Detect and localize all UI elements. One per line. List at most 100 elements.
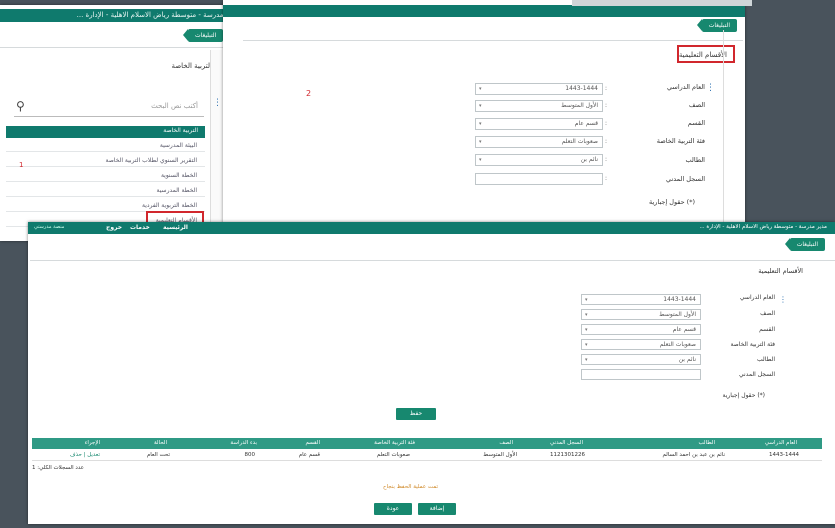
chevron-down-icon: ▾ [479, 139, 482, 145]
background-window [572, 0, 752, 6]
menu-item-school-environment[interactable]: البيئة المدرسية [6, 139, 205, 152]
grade-value: الأول المتوسط [561, 102, 598, 109]
chevron-down-icon: ▾ [585, 357, 588, 363]
search-icon[interactable]: ⚲ [16, 99, 25, 113]
menu-item-annual-plan[interactable]: الخطة السنوية [6, 169, 205, 182]
cell-status: تحت العام [146, 452, 170, 458]
save-button[interactable]: حفظ [396, 408, 436, 420]
label-section: القسم [687, 119, 705, 127]
chevron-down-icon: ▾ [585, 297, 588, 303]
label-grade: الصف [688, 101, 705, 109]
grade-select[interactable]: الأول المتوسط ▾ [581, 309, 701, 320]
student-value: نائم بن [678, 356, 696, 363]
side-strip [723, 30, 745, 240]
table-header-category: فئة التربية الخاصة [374, 440, 415, 446]
drag-handle-icon[interactable]: ⋮ [779, 295, 787, 304]
chevron-down-icon: ▾ [479, 157, 482, 163]
menu-item-annual-report[interactable]: التقرير السنوي لطلاب التربية الخاصة [6, 154, 205, 167]
student-value: نائم بن [580, 156, 598, 163]
colon-separator: : [605, 120, 608, 127]
civil-id-field[interactable] [581, 369, 701, 380]
breadcrumb: مدير مدرسة - متوسطة رياض الاسلام الاهلية… [0, 9, 245, 22]
label-civil-id: السجل المدني [739, 371, 775, 378]
required-note: (*) حقول إجبارية [722, 392, 766, 399]
student-select[interactable]: نائم بن ▾ [475, 154, 603, 166]
notifications-tab[interactable]: التبليغات [784, 238, 825, 251]
label-student: الطالب [685, 156, 705, 164]
records-count: عدد السجلات الكلي: 1 [32, 465, 84, 471]
menu-section-label: التربية الخاصة [163, 127, 198, 134]
success-message: تمت عملية الحفظ بنجاح [383, 484, 438, 490]
drag-handle-icon[interactable]: ⋮ [706, 83, 715, 93]
academic-year-select[interactable]: 1443-1444 ▾ [475, 83, 603, 95]
label-student: الطالب [757, 356, 775, 363]
section-value: قسم عام [574, 120, 598, 127]
colon-separator: : [605, 102, 608, 109]
table-header-status: الحالة [153, 440, 167, 446]
screenshot-menu: مدير مدرسة - متوسطة رياض الاسلام الاهلية… [0, 5, 250, 241]
colon-separator: : [605, 138, 608, 145]
civil-id-field[interactable] [475, 173, 603, 185]
academic-year-select[interactable]: 1443-1444 ▾ [581, 294, 701, 305]
nav-logout[interactable]: خروج [106, 224, 122, 231]
section-select[interactable]: قسم عام ▾ [581, 324, 701, 335]
special-category-select[interactable]: صعوبات التعلم ▾ [475, 136, 603, 148]
chevron-down-icon: ▾ [585, 342, 588, 348]
chevron-down-icon: ▾ [479, 103, 482, 109]
search-placeholder: أكتب نص البحث [151, 102, 198, 110]
chevron-down-icon: ▾ [479, 121, 482, 127]
table-header-action: الإجراء [84, 440, 100, 446]
menu-item-school-plan[interactable]: الخطة المدرسية [6, 184, 205, 197]
table-header-civil-id: السجل المدني [550, 440, 583, 446]
app-logo: منصة مدرستي [34, 224, 65, 230]
search-box[interactable]: ⚲ أكتب نص البحث [14, 97, 204, 117]
cell-civil-id: 1121301226 [550, 452, 585, 458]
add-button[interactable]: إضافة [418, 503, 456, 515]
academic-year-value: 1443-1444 [565, 85, 598, 92]
table-header-section: القسم [305, 440, 320, 446]
colon-separator: : [605, 175, 608, 182]
page-title: الأقسام التعليمية [758, 267, 803, 275]
cell-category: صعوبات التعلم [376, 452, 410, 458]
grade-select[interactable]: الأول المتوسط ▾ [475, 100, 603, 112]
cell-section: قسم عام [298, 452, 320, 458]
top-strip [223, 5, 745, 17]
table-header-year: العام الدراسي [764, 440, 797, 446]
cell-year: 1443-1444 [769, 452, 799, 458]
chevron-down-icon: ▾ [479, 86, 482, 92]
nav-home[interactable]: الرئيسية [163, 224, 188, 231]
nav-services[interactable]: خدمات [130, 224, 150, 231]
required-note: (*) حقول إجبارية [648, 198, 695, 206]
divider [243, 40, 743, 41]
table-header-start: بدء الدراسة [230, 440, 257, 446]
divider [30, 260, 835, 261]
label-grade: الصف [760, 310, 775, 317]
cell-start: 800 [244, 452, 256, 458]
academic-year-value: 1443-1444 [663, 296, 696, 303]
cell-student: نائم بن عبد بن احمد السالم [662, 452, 725, 458]
drag-handle-icon[interactable]: ⋮ [213, 98, 222, 108]
step-marker-2: 2 [306, 89, 312, 98]
special-category-value: صعوبات التعلم [561, 138, 598, 145]
table-header-grade: الصف [499, 440, 513, 446]
label-special-category: فئة التربية الخاصة [656, 137, 705, 145]
table-header-student: الطالب [698, 440, 715, 446]
special-category-value: صعوبات التعلم [659, 341, 696, 348]
special-category-select[interactable]: صعوبات التعلم ▾ [581, 339, 701, 350]
colon-separator: : [605, 156, 608, 163]
label-special-category: فئة التربية الخاصة [730, 341, 775, 348]
search-input[interactable]: أكتب نص البحث [151, 102, 198, 110]
menu-title: التربية الخاصة [171, 62, 212, 70]
student-select[interactable]: نائم بن ▾ [581, 354, 701, 365]
colon-separator: : [605, 85, 608, 92]
back-button[interactable]: عودة [374, 503, 412, 515]
cell-actions[interactable]: تعديل | حذف [70, 452, 100, 458]
breadcrumb: مدير مدرسة - متوسطة رياض الاسلام الاهلية… [699, 224, 827, 230]
screenshot-form-top: التبليغات الأقسام التعليمية 2 العام الدر… [223, 0, 745, 240]
label-academic-year: العام الدراسي [666, 83, 705, 91]
section-select[interactable]: قسم عام ▾ [475, 118, 603, 130]
step-marker-1: 1 [19, 161, 24, 169]
label-academic-year: العام الدراسي [739, 294, 775, 301]
notifications-tab[interactable]: التبليغات [182, 29, 224, 42]
section-value: قسم عام [672, 326, 696, 333]
